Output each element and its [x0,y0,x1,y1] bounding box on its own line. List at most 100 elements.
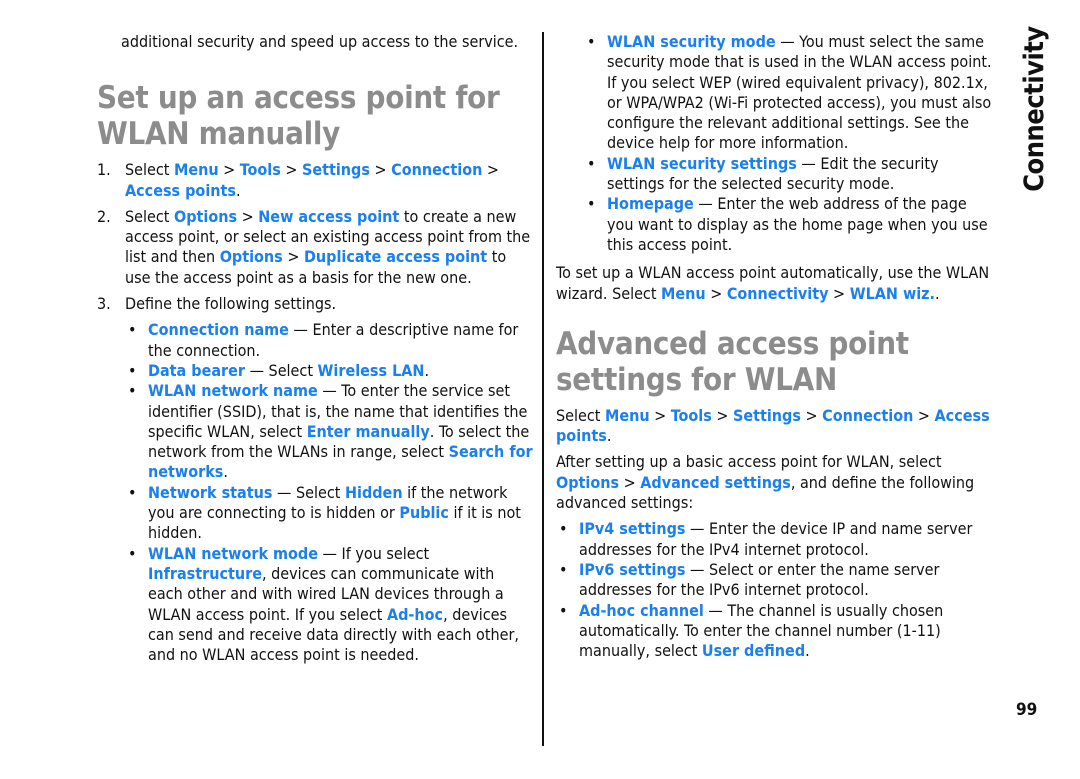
wlan-network-mode-link[interactable]: WLAN network mode [148,544,318,563]
network-status-link[interactable]: Network status [148,483,272,502]
steps-list: 1. Select Menu > Tools > Settings > Conn… [97,160,533,665]
intro-text: additional security and speed up access … [121,32,519,51]
list-item: • IPv6 settings — Select or enter the nam… [556,560,996,601]
list-item: • Ad-hoc channel — The channel is usually… [556,601,996,662]
advanced-intro-paragraph: After setting up a basic access point fo… [556,452,996,513]
text: . [606,426,612,446]
settings-link[interactable]: Settings [733,406,801,425]
bullet-icon: • [587,153,596,173]
wizard-paragraph: To set up a WLAN access point automatica… [556,263,996,304]
menu-link[interactable]: Menu [174,160,219,179]
public-link[interactable]: Public [399,503,449,522]
bullet-icon: • [128,381,137,401]
list-item: • Network status — Select Hidden if the n… [125,483,533,544]
advanced-settings-link[interactable]: Advanced settings [640,473,791,492]
user-defined-link[interactable]: User defined [702,641,805,660]
menu-link[interactable]: Menu [605,406,650,425]
text: Select [125,206,174,226]
security-settings-list: • WLAN security mode — You must select th… [556,32,996,255]
bullet-icon: • [559,600,568,620]
left-column: additional security and speed up access … [97,32,533,671]
wlan-security-settings-link[interactable]: WLAN security settings [607,154,797,173]
new-access-point-link[interactable]: New access point [258,207,399,226]
list-item: • WLAN security settings — Edit the secur… [584,154,996,195]
infrastructure-link[interactable]: Infrastructure [148,564,262,583]
connectivity-link[interactable]: Connectivity [727,284,829,303]
tools-link[interactable]: Tools [240,160,281,179]
text: — Select [272,482,345,502]
wlan-network-name-link[interactable]: WLAN network name [148,381,318,400]
text: After setting up a basic access point fo… [556,452,942,472]
duplicate-access-point-link[interactable]: Duplicate access point [304,247,487,266]
text: — If you select [317,543,430,563]
step-number: 2. [97,206,111,226]
ad-hoc-link[interactable]: Ad-hoc [387,605,443,624]
text: . [235,180,241,200]
options-link[interactable]: Options [174,207,237,226]
ad-hoc-channel-link[interactable]: Ad-hoc channel [579,601,704,620]
separator: > [619,472,641,492]
tools-link[interactable]: Tools [671,406,712,425]
separator: > [711,405,733,425]
wireless-lan-link[interactable]: Wireless LAN [318,361,425,380]
enter-manually-link[interactable]: Enter manually [307,422,430,441]
bullet-icon: • [559,559,568,579]
separator: > [828,283,850,303]
bullet-icon: • [128,543,137,563]
bullet-icon: • [128,482,137,502]
bullet-icon: • [559,519,568,539]
text: — Select [245,360,318,380]
ipv6-settings-link[interactable]: IPv6 settings [579,560,685,579]
list-item: • IPv4 settings — Enter the device IP and… [556,519,996,560]
section-heading-manual: Set up an access point for WLAN manually [97,80,500,153]
bullet-icon: • [587,194,596,214]
settings-list: • Connection name — Enter a descriptive n… [125,320,533,665]
page-number: 99 [1016,700,1038,720]
wlan-wizard-link[interactable]: WLAN wiz. [850,284,935,303]
column-divider [542,32,544,746]
text: Select [556,405,605,425]
text: . [805,641,810,661]
step-1: 1. Select Menu > Tools > Settings > Conn… [97,160,533,201]
step-2: 2. Select Options > New access point to … [97,207,533,288]
homepage-link[interactable]: Homepage [607,194,694,213]
text: . [935,283,940,303]
settings-link[interactable]: Settings [302,160,370,179]
connection-name-link[interactable]: Connection name [148,320,289,339]
list-item: • Connection name — Enter a descriptive n… [125,320,533,361]
text: Define the following settings. [125,294,337,314]
bullet-icon: • [128,360,137,380]
step-number: 3. [97,294,111,314]
bullet-icon: • [128,320,137,340]
section-tab: Connectivity [1010,24,1060,194]
step-3: 3. Define the following settings. • Conne… [97,294,533,665]
separator: > [800,405,823,425]
separator: > [280,160,302,180]
data-bearer-link[interactable]: Data bearer [148,361,245,380]
separator: > [649,405,671,425]
right-column: • WLAN security mode — You must select th… [556,32,996,661]
list-item: • Data bearer — Select Wireless LAN. [125,361,533,381]
connection-link[interactable]: Connection [822,406,913,425]
text: Select [125,160,174,180]
separator: > [218,160,240,180]
text: . [424,360,430,380]
separator: > [482,160,499,180]
step-number: 1. [97,160,111,180]
separator: > [705,283,727,303]
list-item: • WLAN network mode — If you select Infra… [125,544,533,666]
connection-link[interactable]: Connection [391,160,482,179]
options-link[interactable]: Options [556,473,619,492]
wlan-security-mode-link[interactable]: WLAN security mode [607,32,776,51]
access-points-link[interactable]: Access points [125,181,236,200]
advanced-settings-list: • IPv4 settings — Enter the device IP and… [556,519,996,661]
hidden-link[interactable]: Hidden [345,483,403,502]
menu-link[interactable]: Menu [661,284,706,303]
separator: > [369,160,392,180]
ipv4-settings-link[interactable]: IPv4 settings [579,519,685,538]
separator: > [282,247,304,267]
text: . [223,462,228,482]
options-link[interactable]: Options [220,247,283,266]
path-paragraph: Select Menu > Tools > Settings > Connect… [556,406,996,447]
list-item: • WLAN network name — To enter the servic… [125,381,533,482]
